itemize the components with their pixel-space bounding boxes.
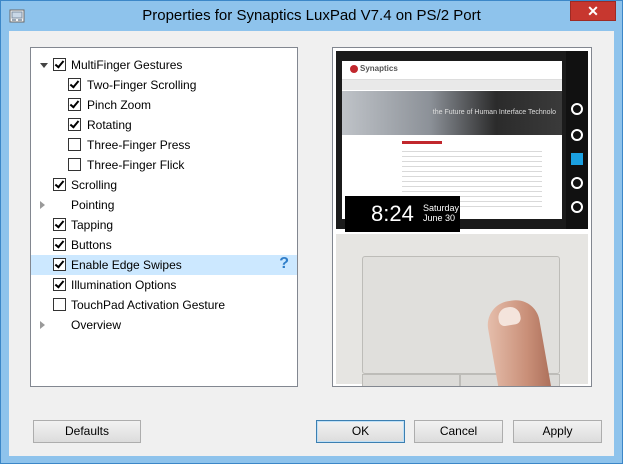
touchpad-left-button <box>362 374 460 386</box>
logo: Synaptics <box>350 64 398 73</box>
tree-item-label: Overview <box>71 318 122 332</box>
tree-item-three-finger-flick[interactable]: Three-Finger Flick <box>31 155 297 175</box>
tree-item-two-finger-scrolling[interactable]: Two-Finger Scrolling <box>31 75 297 95</box>
collapse-arrow-icon[interactable] <box>40 201 45 209</box>
clock-day: Saturday <box>423 203 460 213</box>
cancel-label: Cancel <box>439 424 478 438</box>
tree-item-label: Buttons <box>71 238 112 252</box>
tree-item-label: MultiFinger Gestures <box>71 58 183 72</box>
content-heading <box>402 141 442 144</box>
checkbox[interactable] <box>68 78 81 91</box>
checkbox[interactable] <box>53 298 66 311</box>
checkbox[interactable] <box>53 58 66 71</box>
start-charm-icon <box>571 153 583 165</box>
apply-label: Apply <box>542 424 573 438</box>
tree-item-pinch-zoom[interactable]: Pinch Zoom <box>31 95 297 115</box>
title-bar[interactable]: Properties for Synaptics LuxPad V7.4 on … <box>1 1 622 31</box>
ok-button[interactable]: OK <box>316 420 405 443</box>
cancel-button[interactable]: Cancel <box>414 420 503 443</box>
checkbox[interactable] <box>53 178 66 191</box>
expand-arrow-icon[interactable] <box>40 63 48 68</box>
window-title: Properties for Synaptics LuxPad V7.4 on … <box>142 7 481 24</box>
defaults-button[interactable]: Defaults <box>33 420 141 443</box>
tree-item-label: Pointing <box>71 198 115 212</box>
tree-item-rotating[interactable]: Rotating <box>31 115 297 135</box>
close-button[interactable]: ✕ <box>570 1 616 21</box>
touchpad-image <box>336 234 588 386</box>
tree-item-label: Rotating <box>87 118 132 132</box>
clock-date-text: June 30 <box>423 213 456 223</box>
tree-item-label: Two-Finger Scrolling <box>87 78 197 92</box>
settings-tree[interactable]: MultiFinger Gestures Two-Finger Scrollin… <box>30 47 298 387</box>
checkbox[interactable] <box>68 98 81 111</box>
settings-charm-icon <box>571 201 583 213</box>
tree-item-label: Three-Finger Flick <box>87 158 185 172</box>
properties-window: Properties for Synaptics LuxPad V7.4 on … <box>0 0 623 464</box>
close-icon: ✕ <box>587 3 599 19</box>
lock-clock: 8:24 Saturday June 30 <box>345 196 460 232</box>
dialog-body: MultiFinger Gestures Two-Finger Scrollin… <box>9 31 614 456</box>
tree-item-three-finger-press[interactable]: Three-Finger Press <box>31 135 297 155</box>
site-nav <box>342 80 562 90</box>
hero-banner: the Future of Human Interface Technolo <box>342 91 562 135</box>
logo-text: Synaptics <box>360 64 398 73</box>
hero-text: the Future of Human Interface Technolo <box>432 109 556 116</box>
checkbox[interactable] <box>53 258 66 271</box>
tree-item-label: Three-Finger Press <box>87 138 191 152</box>
help-icon[interactable]: ? <box>279 255 289 273</box>
tree-item-label: Illumination Options <box>71 278 177 292</box>
tree-item-label: TouchPad Activation Gesture <box>71 298 226 312</box>
charms-bar <box>566 51 588 229</box>
ok-label: OK <box>351 424 370 438</box>
tree-item-pointing[interactable]: Pointing <box>31 195 297 215</box>
tree-item-buttons[interactable]: Buttons <box>31 235 297 255</box>
tree-item-multifinger-gestures[interactable]: MultiFinger Gestures <box>31 55 297 75</box>
logo-icon <box>350 64 358 73</box>
search-charm-icon <box>571 103 583 115</box>
tree-item-label: Pinch Zoom <box>87 98 152 112</box>
checkbox[interactable] <box>68 138 81 151</box>
tree-item-enable-edge-swipes[interactable]: Enable Edge Swipes ? <box>31 255 297 275</box>
preview-screen: Synaptics the Future of Human Interface … <box>336 51 588 232</box>
tree-item-label: Scrolling <box>71 178 118 192</box>
collapse-arrow-icon[interactable] <box>40 321 45 329</box>
checkbox[interactable] <box>68 158 81 171</box>
checkbox[interactable] <box>53 238 66 251</box>
gesture-preview: Synaptics the Future of Human Interface … <box>332 47 592 387</box>
tree-item-overview[interactable]: Overview <box>31 315 297 335</box>
clock-date: Saturday June 30 <box>423 203 459 223</box>
clock-time: 8:24 <box>371 201 414 226</box>
defaults-label: Defaults <box>64 424 110 438</box>
checkbox[interactable] <box>68 118 81 131</box>
share-charm-icon <box>571 129 583 141</box>
tree-item-tapping[interactable]: Tapping <box>31 215 297 235</box>
site-header: Synaptics <box>342 61 562 80</box>
tree-item-scrolling[interactable]: Scrolling <box>31 175 297 195</box>
devices-charm-icon <box>571 177 583 189</box>
fingernail <box>496 305 522 327</box>
checkbox[interactable] <box>53 218 66 231</box>
apply-button[interactable]: Apply <box>513 420 602 443</box>
checkbox[interactable] <box>53 278 66 291</box>
tree-item-label: Tapping <box>71 218 114 232</box>
tree-item-illumination-options[interactable]: Illumination Options <box>31 275 297 295</box>
tree-item-touchpad-activation-gesture[interactable]: TouchPad Activation Gesture <box>31 295 297 315</box>
tree-item-label: Enable Edge Swipes <box>71 258 182 272</box>
